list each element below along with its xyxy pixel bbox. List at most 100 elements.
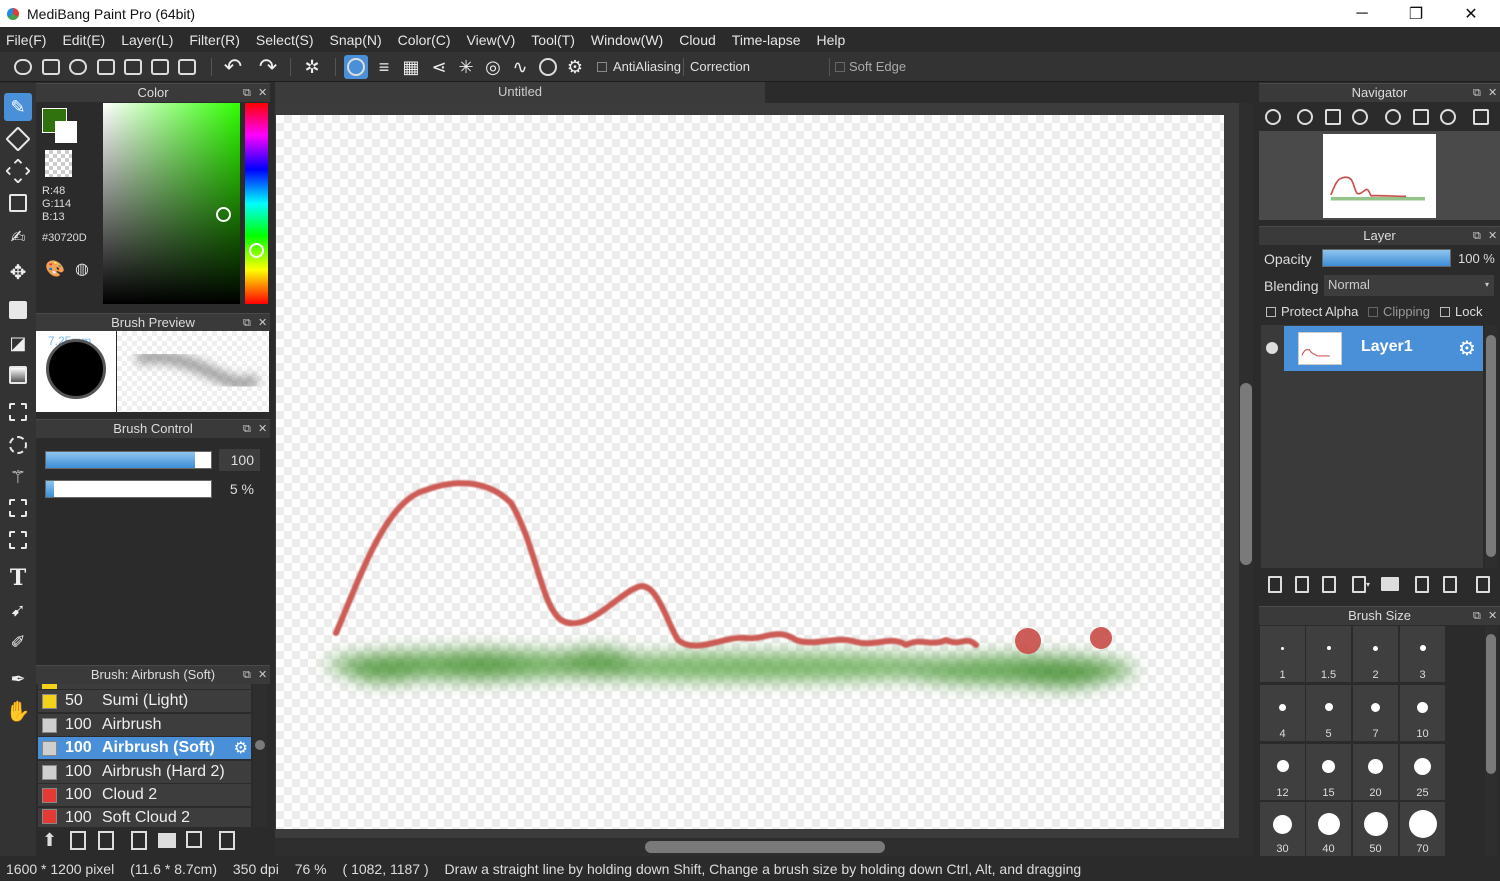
brush-size-value[interactable]: 100 bbox=[219, 449, 260, 471]
close-panel-icon[interactable]: ✕ bbox=[1488, 227, 1497, 245]
canvas-vertical-scrollbar[interactable] bbox=[1239, 103, 1253, 838]
soft-edge-checkbox[interactable] bbox=[835, 62, 845, 72]
brush-size-scrollbar[interactable] bbox=[1485, 626, 1497, 856]
brush-size-cell[interactable]: 1 bbox=[1260, 626, 1305, 682]
zoom-out-icon[interactable] bbox=[1349, 106, 1371, 128]
document-icon[interactable] bbox=[121, 55, 145, 79]
menu-help[interactable]: Help bbox=[817, 32, 846, 48]
layer-folder-icon[interactable] bbox=[1379, 573, 1401, 595]
float-panel-icon[interactable]: ⧉ bbox=[243, 666, 251, 684]
clipping-checkbox[interactable] bbox=[1368, 307, 1378, 317]
brush-size-cell[interactable]: 3 bbox=[1400, 626, 1445, 682]
brush-tool-icon[interactable]: ✎ bbox=[4, 93, 32, 121]
zoom-icon[interactable] bbox=[1262, 106, 1284, 128]
new-layer-icon[interactable] bbox=[1264, 573, 1286, 595]
hue-slider[interactable] bbox=[245, 103, 268, 304]
brush-list-item[interactable]: 100 Airbrush bbox=[38, 714, 251, 737]
brush-size-cell[interactable]: 7 bbox=[1353, 685, 1398, 741]
cloud-icon[interactable] bbox=[11, 55, 35, 79]
drawing-canvas[interactable] bbox=[276, 115, 1224, 829]
brush-size-cell[interactable]: 15 bbox=[1306, 744, 1351, 800]
brush-size-cell[interactable]: 2 bbox=[1353, 626, 1398, 682]
eye-icon[interactable] bbox=[1266, 342, 1278, 354]
brush-folder-icon[interactable] bbox=[158, 833, 176, 848]
gradient-tool-icon[interactable] bbox=[4, 361, 32, 389]
menu-edit[interactable]: Edit(E) bbox=[62, 32, 105, 48]
eraser-tool-icon[interactable] bbox=[4, 125, 32, 153]
close-panel-icon[interactable]: ✕ bbox=[258, 666, 267, 684]
bucket-tool-icon[interactable]: ◪ bbox=[4, 329, 32, 357]
snap-off-icon[interactable] bbox=[344, 55, 368, 79]
layout-icon[interactable] bbox=[148, 55, 172, 79]
shape-tool-icon[interactable] bbox=[4, 189, 32, 217]
divide-tool-icon[interactable]: ✐ bbox=[4, 628, 32, 656]
select-pen-tool-icon[interactable] bbox=[4, 494, 32, 522]
snap-vanish-icon[interactable]: ⋖ bbox=[427, 55, 451, 79]
comment-icon[interactable] bbox=[66, 55, 90, 79]
canvas-horizontal-scroll-thumb[interactable] bbox=[645, 841, 885, 853]
menu-snap[interactable]: Snap(N) bbox=[330, 32, 382, 48]
lasso-tool-icon[interactable] bbox=[4, 431, 32, 459]
canvas-horizontal-scrollbar[interactable] bbox=[275, 838, 1253, 856]
menu-filter[interactable]: Filter(R) bbox=[189, 32, 240, 48]
merge-layer-icon[interactable] bbox=[1439, 573, 1461, 595]
float-panel-icon[interactable]: ⧉ bbox=[1473, 227, 1481, 245]
new-brush-icon[interactable] bbox=[70, 831, 86, 850]
brush-size-cell[interactable]: 40 bbox=[1306, 802, 1351, 856]
brush-size-slider[interactable] bbox=[45, 451, 212, 469]
snap-grid-icon[interactable]: ▦ bbox=[399, 55, 423, 79]
brush-size-cell[interactable]: 70 bbox=[1400, 802, 1445, 856]
layer-settings-gear-icon[interactable]: ⚙ bbox=[1458, 336, 1476, 361]
hue-slider-knob[interactable] bbox=[249, 243, 264, 258]
layer-list-scroll-thumb[interactable] bbox=[1486, 335, 1496, 557]
menu-window[interactable]: Window(W) bbox=[591, 32, 663, 48]
duplicate-brush-icon[interactable] bbox=[186, 831, 202, 848]
dot-eraser-tool-icon[interactable] bbox=[4, 157, 32, 185]
operation-tool-icon[interactable]: ➹ bbox=[4, 596, 32, 624]
undo-icon[interactable]: ↶ bbox=[221, 54, 245, 79]
brush-size-cell[interactable]: 30 bbox=[1260, 802, 1305, 856]
canvas-vertical-scroll-thumb[interactable] bbox=[1240, 383, 1252, 565]
text-tool-icon[interactable]: T bbox=[4, 564, 32, 592]
brush-size-cell[interactable]: 4 bbox=[1260, 685, 1305, 741]
select-eraser-tool-icon[interactable] bbox=[4, 526, 32, 554]
brush-list-item-selected[interactable]: 100 Airbrush (Soft) ⚙ bbox=[38, 737, 251, 760]
zoom-in-icon[interactable] bbox=[1294, 106, 1316, 128]
menu-select[interactable]: Select(S) bbox=[256, 32, 314, 48]
brush-list-item[interactable]: 100 Airbrush (Hard 2) bbox=[38, 761, 251, 784]
rotate-right-icon[interactable] bbox=[1437, 106, 1459, 128]
color-history-icon[interactable]: ◍ bbox=[71, 258, 93, 280]
brush-list-scrollbar[interactable] bbox=[253, 684, 267, 827]
brush-size-cell[interactable]: 1.5 bbox=[1306, 626, 1351, 682]
duplicate-layer-icon[interactable] bbox=[1411, 573, 1433, 595]
new-1bit-layer-icon[interactable] bbox=[1318, 573, 1340, 595]
brush-size-cell[interactable]: 12 bbox=[1260, 744, 1305, 800]
menu-timelapse[interactable]: Time-lapse bbox=[732, 32, 801, 48]
close-button[interactable]: ✕ bbox=[1444, 0, 1498, 27]
brush-settings-gear-icon[interactable]: ⚙ bbox=[234, 738, 248, 758]
redo-icon[interactable]: ↷ bbox=[256, 54, 280, 79]
saturation-value-picker[interactable] bbox=[103, 103, 240, 304]
palette-icon[interactable]: 🎨 bbox=[44, 258, 66, 280]
new-8bit-layer-icon[interactable] bbox=[1291, 573, 1313, 595]
grid-layout-icon[interactable] bbox=[175, 55, 199, 79]
brush-size-cell[interactable]: 10 bbox=[1400, 685, 1445, 741]
float-panel-icon[interactable]: ⧉ bbox=[243, 420, 251, 438]
float-panel-icon[interactable]: ⧉ bbox=[243, 314, 251, 332]
delete-layer-icon[interactable] bbox=[1472, 573, 1494, 595]
close-panel-icon[interactable]: ✕ bbox=[1488, 607, 1497, 625]
delete-brush-icon[interactable] bbox=[219, 831, 235, 850]
brush-opacity-value[interactable]: 5 % bbox=[219, 478, 260, 500]
cloud-add-brush-icon[interactable]: ⬆ bbox=[42, 830, 57, 851]
brush-list-item[interactable]: 100 Cloud 2 bbox=[38, 784, 251, 807]
brush-list-scroll-thumb[interactable] bbox=[255, 740, 265, 750]
layer-list-scrollbar[interactable] bbox=[1485, 325, 1497, 568]
brush-script-icon[interactable] bbox=[131, 831, 147, 850]
menu-layer[interactable]: Layer(L) bbox=[121, 32, 173, 48]
brush-list-item[interactable]: 50 Sumi (Light) bbox=[38, 690, 251, 713]
screen-icon[interactable] bbox=[94, 55, 118, 79]
snap-parallel-icon[interactable]: ≡ bbox=[372, 55, 396, 79]
move-tool-icon[interactable]: ✥ bbox=[4, 258, 32, 286]
menu-cloud[interactable]: Cloud bbox=[679, 32, 716, 48]
layer-visibility-cell[interactable] bbox=[1261, 326, 1283, 371]
